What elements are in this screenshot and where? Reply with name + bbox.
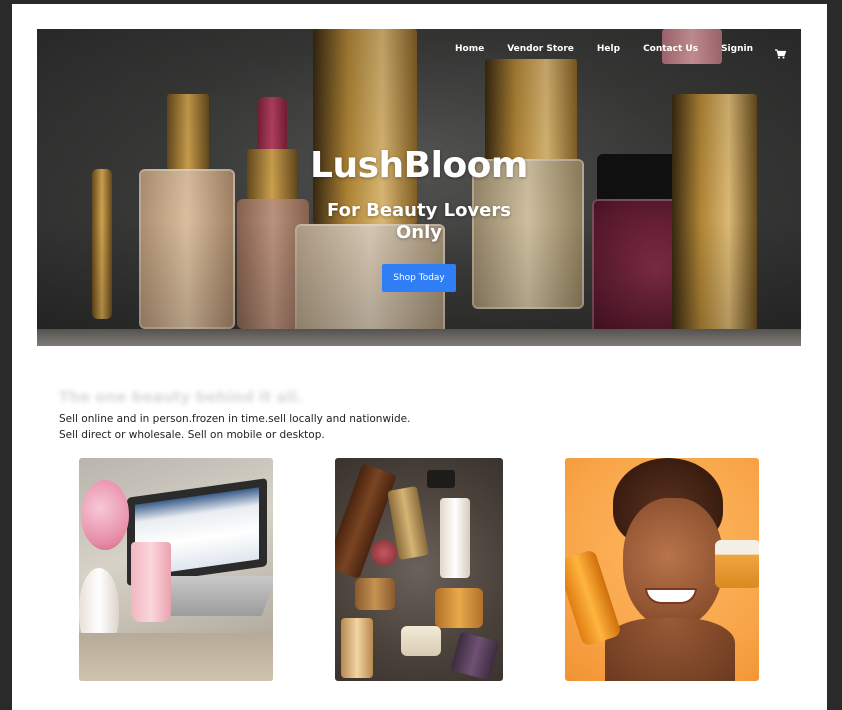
hero-title: LushBloom xyxy=(310,145,528,186)
orange-bottle-decoration xyxy=(565,549,622,647)
section-description: Sell online and in person.frozen in time… xyxy=(59,411,479,443)
shop-today-button[interactable]: Shop Today xyxy=(382,264,456,292)
orange-jar-decoration xyxy=(435,588,483,628)
nav-signin[interactable]: Signin xyxy=(721,44,753,54)
top-nav: Home Vendor Store Help Contact Us Signin xyxy=(432,44,787,59)
hero-overlay xyxy=(37,29,801,346)
smile-decoration xyxy=(645,588,697,604)
nav-contact-us[interactable]: Contact Us xyxy=(643,44,698,54)
pink-cup-decoration xyxy=(131,542,171,622)
merit-cap-decoration xyxy=(427,470,455,488)
nav-vendor-store[interactable]: Vendor Store xyxy=(507,44,574,54)
laptop-product-image xyxy=(79,458,273,681)
pink-flowers-decoration xyxy=(81,480,129,550)
amber-jar-decoration xyxy=(355,578,395,610)
purple-tube-decoration xyxy=(450,631,500,681)
section-description-line1: Sell online and in person.frozen in time… xyxy=(59,413,411,425)
model-portrait-image xyxy=(565,458,759,681)
cosmetics-flatlay-image xyxy=(335,458,503,681)
hero-subtitle: For Beauty Lovers Only xyxy=(37,200,801,244)
hero-subtitle-line2: Only xyxy=(395,222,443,243)
tan-bottle-decoration xyxy=(341,618,373,678)
shoulders-decoration xyxy=(605,618,735,681)
table-decoration xyxy=(79,633,273,681)
hero-subtitle-line1: For Beauty Lovers xyxy=(327,200,511,221)
cart-icon[interactable] xyxy=(775,44,787,59)
section-title: The one beauty behind it all. xyxy=(59,388,303,406)
hero-banner: Home Vendor Store Help Contact Us Signin… xyxy=(37,29,801,346)
nav-home[interactable]: Home xyxy=(455,44,484,54)
face-decoration xyxy=(623,498,723,628)
lip-balm-decoration xyxy=(371,540,397,566)
cream-jar-decoration xyxy=(715,540,759,588)
white-bottle-decoration xyxy=(440,498,470,578)
nav-help[interactable]: Help xyxy=(597,44,620,54)
page: Home Vendor Store Help Contact Us Signin… xyxy=(12,4,827,710)
cream-pot-decoration xyxy=(401,626,441,656)
section-description-line2: Sell direct or wholesale. Sell on mobile… xyxy=(59,429,325,441)
